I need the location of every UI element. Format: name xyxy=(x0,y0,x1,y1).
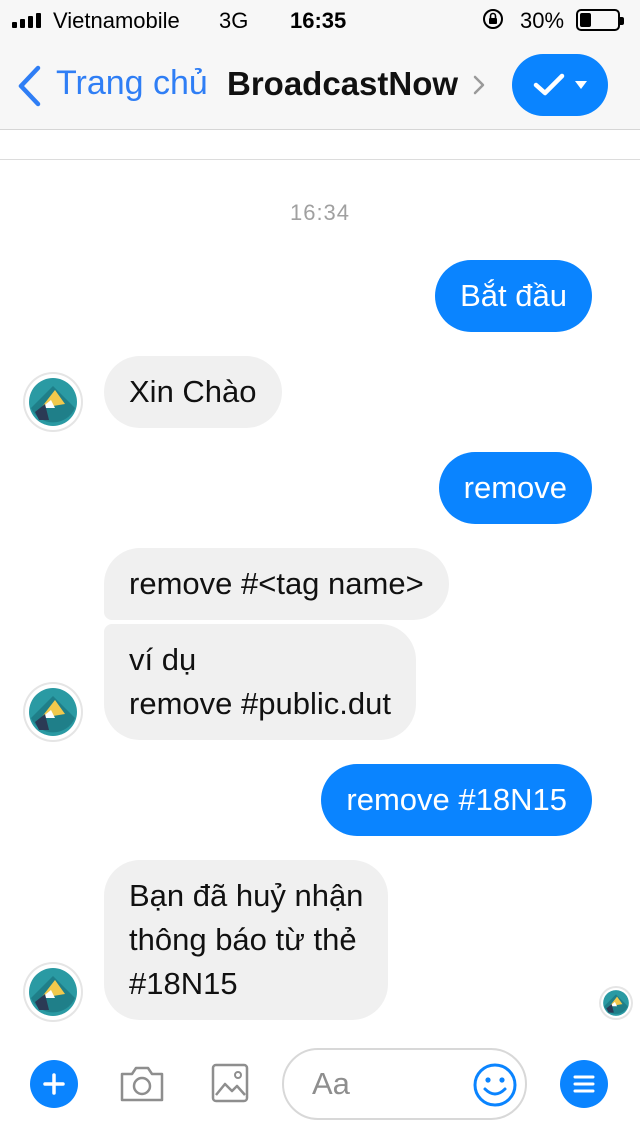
divider xyxy=(0,159,640,160)
rotation-lock-icon xyxy=(483,9,503,29)
bot-avatar[interactable] xyxy=(25,684,81,740)
message-text: #18N15 xyxy=(129,966,238,1001)
megaphone-logo-icon xyxy=(29,688,77,736)
megaphone-logo-icon xyxy=(603,990,629,1016)
back-button[interactable]: Trang chủ xyxy=(56,64,208,103)
message-incoming[interactable]: remove #<tag name> xyxy=(104,548,449,620)
add-button[interactable] xyxy=(30,1060,78,1108)
plus-icon xyxy=(43,1073,65,1095)
caret-down-icon xyxy=(575,81,587,89)
conversation-title[interactable]: BroadcastNow xyxy=(227,65,458,103)
checkmark-icon xyxy=(533,73,565,96)
message-text: remove #18N15 xyxy=(346,782,567,817)
menu-button[interactable] xyxy=(560,1060,608,1108)
composer-toolbar xyxy=(0,1040,640,1136)
bot-avatar[interactable] xyxy=(25,964,81,1020)
conversation-actions-button[interactable] xyxy=(512,54,608,116)
message-text: ví dụ xyxy=(129,642,197,677)
camera-icon[interactable] xyxy=(118,1064,166,1104)
message-text: Bạn đã huỷ nhận xyxy=(129,878,364,913)
carrier-name: Vietnamobile xyxy=(53,8,180,33)
battery-icon xyxy=(576,9,624,31)
status-time: 16:35 xyxy=(290,8,347,33)
image-icon[interactable] xyxy=(210,1062,250,1104)
message-text: remove xyxy=(463,470,567,505)
status-bar: Vietnamobile 3G 16:35 30% xyxy=(0,0,640,40)
message-outgoing[interactable]: Bắt đầu xyxy=(435,260,592,332)
smiley-icon[interactable] xyxy=(472,1062,518,1108)
message-composer[interactable] xyxy=(282,1048,527,1120)
message-timestamp: 16:34 xyxy=(289,200,351,225)
message-text: remove #public.dut xyxy=(129,686,391,721)
message-outgoing[interactable]: remove #18N15 xyxy=(321,764,592,836)
message-incoming[interactable]: ví dụ remove #public.dut xyxy=(104,624,416,740)
chevron-right-icon[interactable] xyxy=(472,74,486,96)
message-text: remove #<tag name> xyxy=(129,566,424,601)
battery-percent: 30% xyxy=(520,8,565,33)
navigation-bar: Trang chủ BroadcastNow xyxy=(0,40,640,130)
message-text: Xin Chào xyxy=(129,374,257,409)
message-incoming[interactable]: Bạn đã huỷ nhận thông báo từ thẻ #18N15 xyxy=(104,860,389,1020)
menu-icon xyxy=(573,1075,595,1093)
message-input[interactable] xyxy=(312,1064,462,1104)
message-outgoing[interactable]: remove xyxy=(438,452,592,524)
back-chevron-icon[interactable] xyxy=(16,64,42,108)
megaphone-logo-icon xyxy=(29,378,77,426)
message-incoming[interactable]: Xin Chào xyxy=(104,356,282,428)
network-type: 3G xyxy=(219,8,249,33)
message-text: thông báo từ thẻ xyxy=(129,922,357,957)
signal-icon xyxy=(12,12,41,28)
message-text: Bắt đầu xyxy=(460,278,567,313)
messenger-screen: Vietnamobile 3G 16:35 30% Trang chủ Broa… xyxy=(0,0,640,1136)
megaphone-logo-icon xyxy=(29,968,77,1016)
read-receipt-avatar xyxy=(601,988,631,1018)
bot-avatar[interactable] xyxy=(25,374,81,430)
